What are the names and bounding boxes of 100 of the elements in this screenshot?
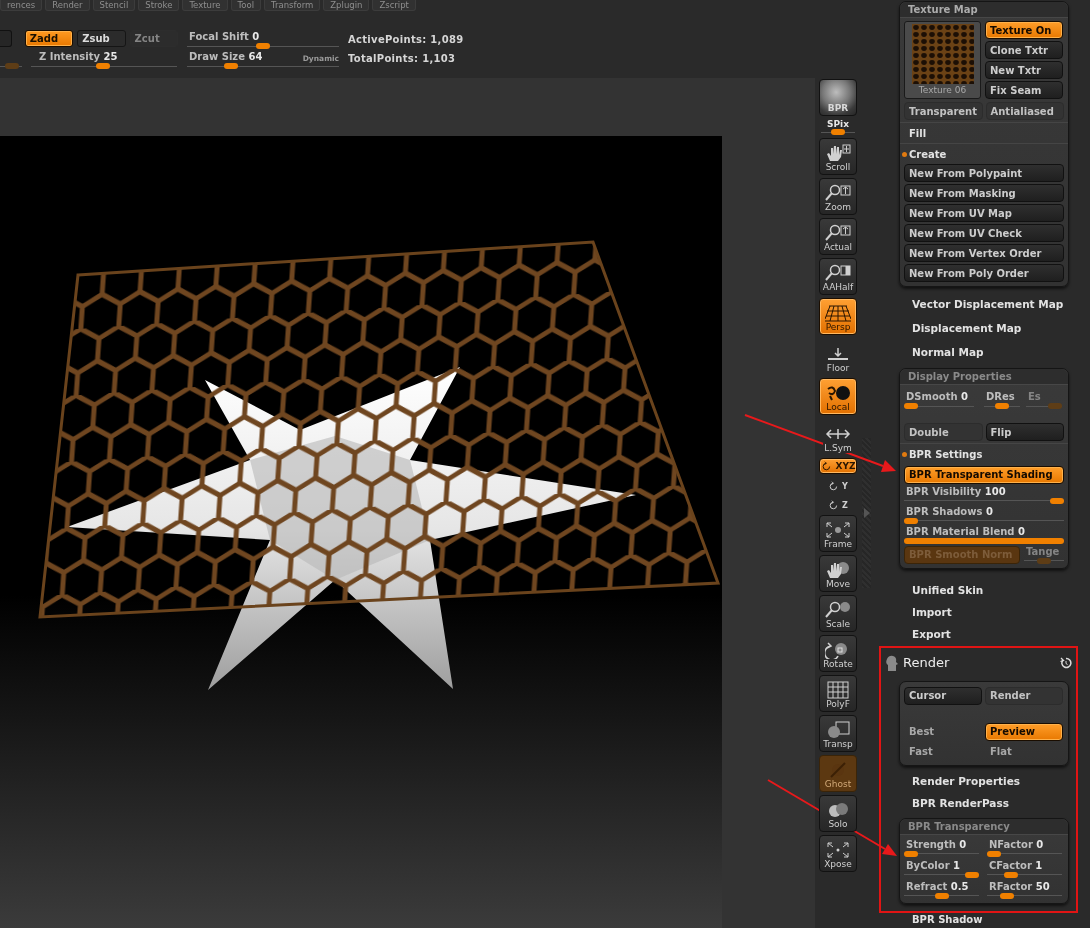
render-option[interactable]: Best [904, 722, 982, 741]
bpr-button[interactable]: BPR [819, 79, 857, 116]
corner-arrows-icon [825, 841, 851, 859]
slider-thumb[interactable] [904, 850, 918, 857]
subpalette-item[interactable]: Render Properties [899, 769, 1076, 792]
reset-icon[interactable] [1060, 656, 1072, 669]
slider-track[interactable] [904, 497, 1064, 504]
slider-thumb[interactable] [256, 43, 270, 49]
slider-thumb[interactable] [831, 129, 845, 135]
slider-thumb[interactable] [995, 403, 1009, 409]
subpalette-item[interactable]: BPR RenderPass [899, 791, 1076, 814]
toolbar-button[interactable]: Actual [819, 218, 857, 255]
toolbar-button[interactable]: Scale [819, 595, 857, 632]
toolbar-button[interactable]: Xpose [819, 835, 857, 872]
render-option[interactable]: Flat [985, 742, 1063, 761]
rotate-axis-button[interactable]: Z [819, 496, 857, 514]
menu-tab[interactable]: Stroke [138, 0, 180, 11]
toolbar-button[interactable]: Transp [819, 715, 857, 752]
draw-mode-button[interactable]: Zsub [77, 30, 126, 47]
toolbar-button[interactable]: PolyF [819, 675, 857, 712]
render-mode-button[interactable]: Cursor [904, 686, 982, 705]
subpalette-item[interactable]: Vector Displacement Map [899, 292, 1090, 316]
toolbar-button[interactable]: AAHalf [819, 258, 857, 295]
slider-label: DSmooth 0 [905, 391, 968, 403]
slider-track[interactable] [904, 517, 1064, 524]
menu-tab[interactable]: Stencil [92, 0, 136, 11]
menu-tab[interactable]: Texture [182, 0, 228, 11]
toolbar-button[interactable]: Frame [819, 515, 857, 552]
slider-label: Focal Shift 0 [188, 31, 260, 43]
menu-tab[interactable]: Transform [264, 0, 321, 11]
slider-track[interactable] [1026, 403, 1062, 409]
toolbar-button[interactable]: Solo [819, 795, 857, 832]
slider-thumb[interactable] [987, 850, 1001, 857]
magnifier-icon [825, 264, 851, 282]
toolbar-button[interactable]: Move [819, 555, 857, 592]
slider-thumb[interactable] [1050, 497, 1064, 504]
render-option[interactable]: Preview [985, 722, 1063, 741]
section-header[interactable]: Create [904, 146, 1064, 162]
menu-tab[interactable]: Zplugin [323, 0, 370, 11]
render-option[interactable]: Fast [904, 742, 982, 761]
toolbar-button[interactable]: Scroll [819, 138, 857, 175]
toolbar-button[interactable]: Rotate [819, 635, 857, 672]
palette-title: Render [903, 655, 951, 670]
section-header[interactable]: BPR Settings [904, 446, 1064, 462]
slider-label: BPR Shadows 0 [905, 505, 993, 518]
create-button[interactable]: New From UV Map [904, 204, 1064, 222]
toolbar-button[interactable]: Floor [819, 338, 857, 375]
create-button[interactable]: New From Polypaint [904, 164, 1064, 182]
slider-thumb[interactable] [1004, 871, 1019, 878]
slider-label: Tange [1025, 545, 1060, 558]
slider-thumb[interactable] [965, 871, 979, 878]
slider-track[interactable] [904, 850, 979, 857]
subpalette-item[interactable]: Normal Map [899, 340, 1090, 364]
slider-thumb[interactable] [904, 517, 918, 524]
subpalette-item[interactable]: BPR Shadow [899, 912, 1090, 926]
texture-button[interactable]: Texture On [985, 21, 1063, 39]
toolbar-button[interactable]: Zoom [819, 178, 857, 215]
axis-lock-button[interactable]: XYZ [819, 458, 857, 474]
slider-track[interactable] [904, 403, 974, 409]
texture-button[interactable]: Fix Seam [985, 81, 1063, 99]
slider-thumb[interactable] [934, 892, 949, 899]
texture-thumbnail[interactable]: Texture 06 [904, 21, 981, 99]
create-button[interactable]: New From UV Check [904, 224, 1064, 242]
create-button[interactable]: New From Vertex Order [904, 244, 1064, 262]
toolbar-button[interactable]: Persp [819, 298, 857, 335]
menu-tab[interactable]: Zscript [372, 0, 416, 11]
slider-thumb[interactable] [95, 63, 110, 69]
subpalette-item[interactable]: Unified Skin [899, 578, 1090, 601]
panel-title: BPR Transparency [900, 818, 1068, 835]
toggle-button[interactable]: Flip [985, 423, 1064, 441]
toolbar-button[interactable]: Local [819, 378, 857, 415]
slider-thumb[interactable] [1000, 892, 1015, 899]
subpalette-item[interactable]: Export [899, 622, 1090, 645]
render-mode-button[interactable]: Render [985, 686, 1063, 705]
option-toggle[interactable]: Transparent [904, 102, 983, 120]
texture-button[interactable]: New Txtr [985, 61, 1063, 79]
slider-track[interactable] [0, 63, 22, 69]
subpalette-item[interactable]: Import [899, 600, 1090, 623]
draw-mode-button[interactable]: Zadd [24, 30, 74, 47]
slider-track[interactable] [987, 850, 1062, 857]
create-button[interactable]: New From Masking [904, 184, 1064, 202]
menu-tab[interactable]: rences [0, 0, 43, 11]
subpalette-item[interactable]: Displacement Map [899, 316, 1090, 340]
menu-tab[interactable]: Render [45, 0, 90, 11]
panel-title: Texture Map [900, 2, 1068, 18]
section-header[interactable]: Fill [904, 125, 1064, 141]
create-button[interactable]: New From Poly Order [904, 264, 1064, 282]
toggle-button[interactable]: Double [904, 423, 983, 441]
slider-thumb[interactable] [224, 63, 239, 69]
slider-fill[interactable] [904, 537, 1064, 544]
toggle-button[interactable]: BPR Transparent Shading [904, 465, 1064, 484]
slider-thumb[interactable] [904, 403, 918, 409]
splitter-handle[interactable] [862, 438, 871, 588]
toolbar-button[interactable]: L.Sym [819, 418, 857, 455]
option-toggle[interactable]: Antialiased [985, 102, 1064, 120]
texture-button[interactable]: Clone Txtr [985, 41, 1063, 59]
menu-tab[interactable]: Tool [230, 0, 261, 11]
slider-track[interactable] [904, 871, 979, 878]
rotate-axis-button[interactable]: Y [819, 477, 857, 495]
slider-label: ByColor 1 [905, 859, 961, 872]
